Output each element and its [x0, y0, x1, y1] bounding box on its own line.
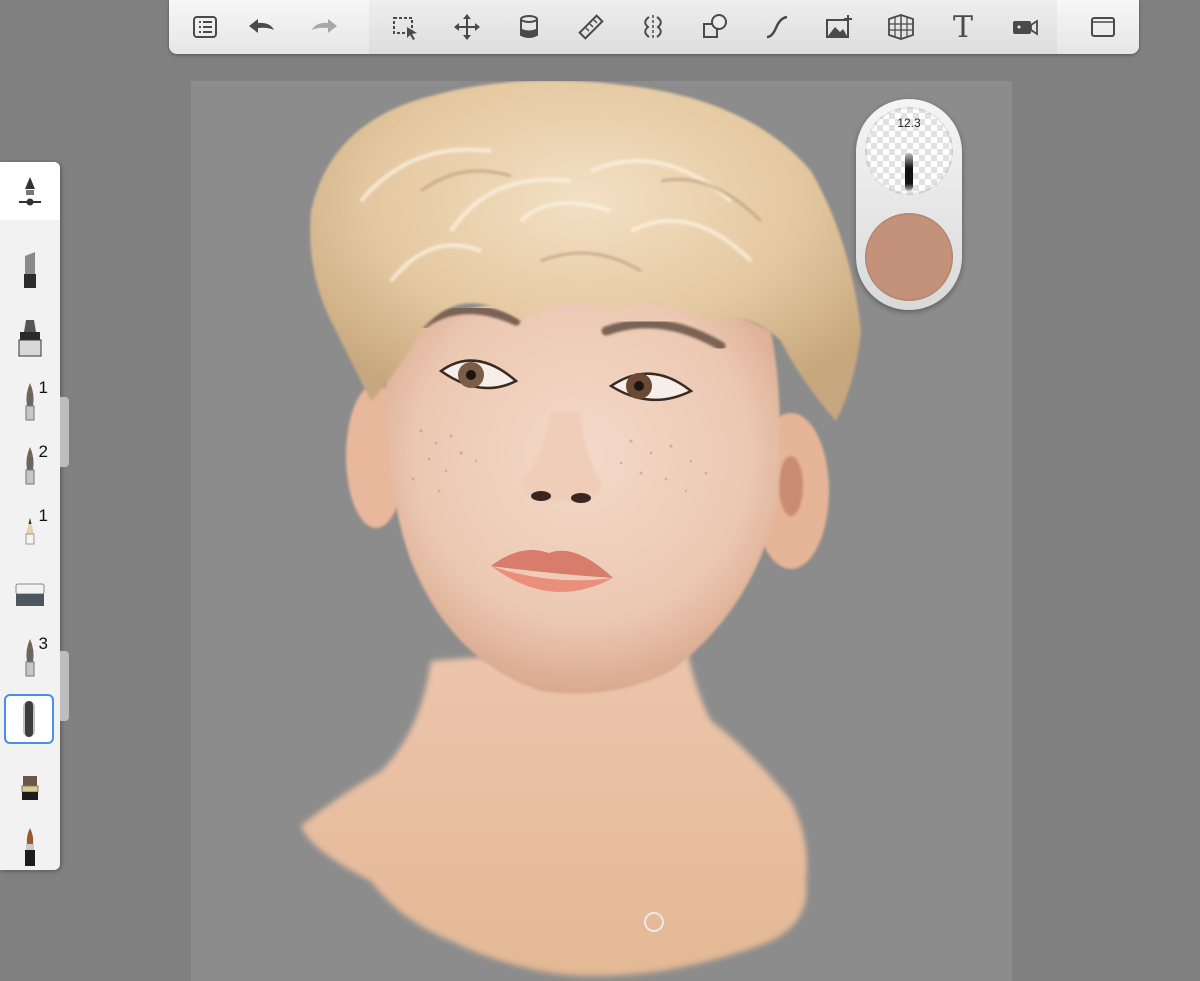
palette-toggle[interactable]: [0, 162, 60, 220]
ruler-icon: [578, 14, 604, 40]
brush-palette: 1 2 1 3: [0, 162, 60, 870]
video-camera-icon: [1013, 19, 1038, 36]
shapes-icon: [703, 14, 727, 38]
transform-button[interactable]: [449, 9, 485, 45]
time-lapse-button[interactable]: [1007, 9, 1043, 45]
selection-icon: [393, 17, 417, 40]
palette-scroll-handle-bottom[interactable]: [60, 651, 69, 721]
palette-brush-2[interactable]: [4, 312, 56, 364]
undo-button[interactable]: [243, 9, 279, 45]
perspective-grid-icon: [888, 14, 914, 40]
redo-icon: [312, 19, 337, 33]
palette-brush-1[interactable]: [4, 246, 56, 298]
brush-size-value: 12.3: [897, 116, 921, 130]
marker-icon: [24, 252, 36, 288]
palette-brush-10[interactable]: [4, 822, 56, 874]
brush-properties-icon: [19, 177, 41, 206]
full-screen-button[interactable]: [1085, 9, 1121, 45]
paint-bucket-icon: [520, 15, 538, 38]
brush-size-control[interactable]: 12.3: [865, 107, 953, 195]
symmetry-icon: [644, 15, 662, 39]
toolbar-view-group: [1065, 0, 1139, 54]
brush-color-puck[interactable]: 12.3: [856, 99, 962, 310]
current-color-swatch[interactable]: [865, 213, 953, 301]
full-screen-icon: [1091, 17, 1115, 37]
list-icon: [193, 16, 217, 38]
palette-brush-6[interactable]: [4, 568, 56, 620]
redo-button[interactable]: [307, 9, 343, 45]
curve-button[interactable]: [759, 9, 795, 45]
palette-brush-4[interactable]: 2: [4, 440, 56, 492]
palette-brush-3[interactable]: 1: [4, 376, 56, 428]
airbrush-icon: [23, 701, 35, 737]
symmetry-button[interactable]: [635, 9, 671, 45]
eraser-icon: [15, 583, 45, 606]
curve-icon: [766, 15, 788, 39]
brush-stroke-preview: [905, 153, 913, 191]
move-arrows-icon: [454, 14, 480, 40]
shapes-button[interactable]: [697, 9, 733, 45]
selection-button[interactable]: [387, 9, 423, 45]
brush-library-button[interactable]: [187, 9, 223, 45]
palette-scroll-handle-top[interactable]: [60, 397, 69, 467]
undo-icon: [249, 19, 274, 33]
flat-brush-icon: [21, 776, 39, 800]
fill-button[interactable]: [511, 9, 547, 45]
palette-brush-7[interactable]: 3: [4, 632, 56, 684]
ruler-button[interactable]: [573, 9, 609, 45]
palette-brush-8[interactable]: [4, 694, 54, 744]
palette-brush-9[interactable]: [4, 762, 56, 814]
top-toolbar: T: [169, 0, 1139, 54]
palette-brush-5[interactable]: 1: [4, 504, 56, 556]
image-add-icon: [826, 15, 852, 38]
ink-pen-icon: [25, 828, 35, 866]
toolbar-history-group: [169, 0, 359, 54]
text-tool-button[interactable]: T: [945, 9, 981, 45]
canvas-rotate-handle[interactable]: [644, 912, 664, 932]
import-image-button[interactable]: [821, 9, 857, 45]
perspective-guide-button[interactable]: [883, 9, 919, 45]
highlighter-icon: [18, 320, 42, 357]
toolbar-tools-group: T: [369, 0, 1057, 54]
